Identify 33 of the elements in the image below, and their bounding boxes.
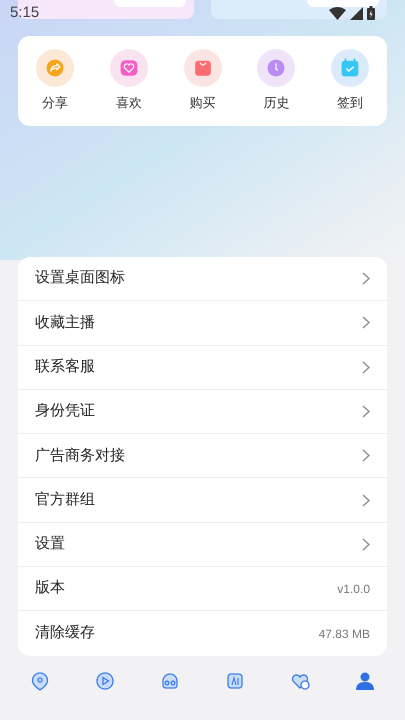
menu-label: 收藏主播 bbox=[35, 312, 95, 333]
menu-row[interactable]: 设置桌面图标 bbox=[18, 257, 387, 302]
menu-row[interactable]: 官方群组 bbox=[18, 478, 387, 523]
chevron-right-icon bbox=[362, 405, 370, 418]
chevron-right-icon bbox=[362, 538, 370, 551]
chevron-right-icon bbox=[362, 449, 370, 462]
chevron-right-icon bbox=[362, 272, 370, 286]
chevron-right-icon bbox=[362, 494, 370, 507]
menu-row[interactable]: 广告商务对接 bbox=[18, 434, 387, 478]
menu-row[interactable]: 清除缓存 47.83 MB bbox=[18, 611, 387, 656]
menu-label: 官方群组 bbox=[35, 490, 95, 510]
menu-value: 47.83 MB bbox=[318, 626, 370, 643]
recharge-card[interactable] bbox=[211, 0, 387, 19]
menu-label: 联系客服 bbox=[35, 356, 95, 377]
menu-row[interactable]: 收藏主播 bbox=[18, 301, 387, 346]
menu-label: 设置 bbox=[35, 534, 65, 554]
menu-label: 广告商务对接 bbox=[35, 446, 125, 466]
menu-label: 清除缓存 bbox=[35, 623, 95, 644]
menu-row[interactable]: 设置 bbox=[18, 522, 387, 568]
play-icon bbox=[94, 670, 116, 692]
status-time: 5:15 bbox=[10, 2, 40, 23]
menu-row[interactable]: 身份凭证 bbox=[18, 390, 387, 434]
user-icon bbox=[354, 670, 376, 692]
chevron-right-icon bbox=[362, 316, 370, 330]
menu-label: 版本 bbox=[35, 578, 65, 598]
wifi-icon bbox=[329, 6, 346, 20]
chevron-right-icon bbox=[362, 360, 370, 374]
menu-row[interactable]: 联系客服 bbox=[18, 346, 387, 390]
menu-row[interactable]: 版本 v1.0.0 bbox=[18, 567, 387, 612]
battery-icon bbox=[367, 6, 375, 20]
menu-value: v1.0.0 bbox=[337, 580, 370, 598]
menu-label: 设置桌面图标 bbox=[35, 268, 125, 288]
menu-label: 身份凭证 bbox=[35, 401, 95, 422]
